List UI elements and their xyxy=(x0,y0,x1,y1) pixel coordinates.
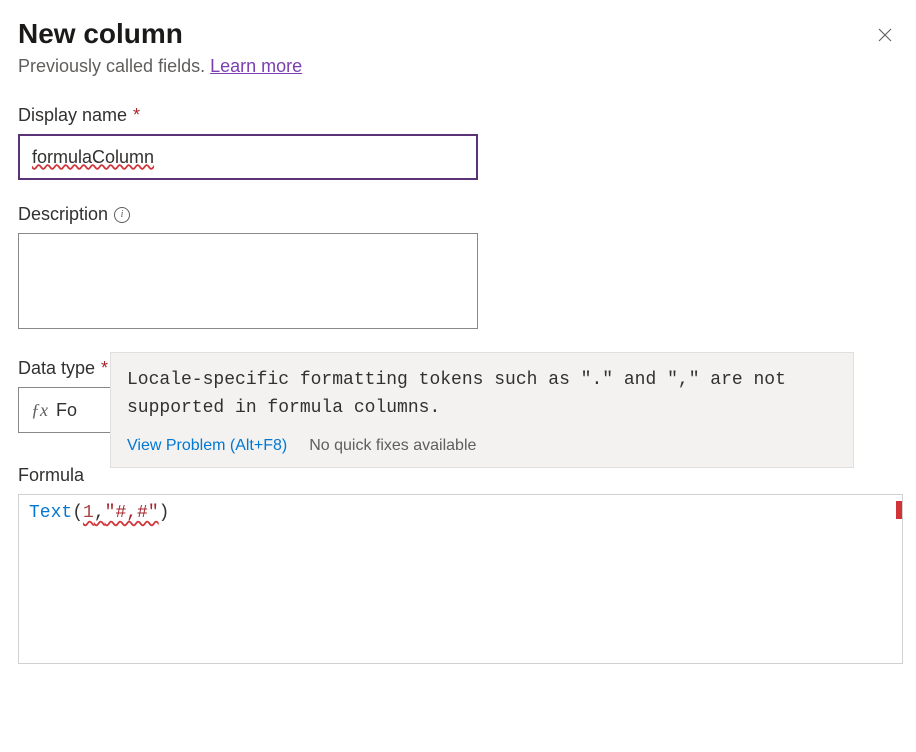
formula-token-comma: , xyxy=(94,503,105,523)
panel-title: New column xyxy=(18,18,302,50)
data-type-label-text: Data type xyxy=(18,358,95,379)
view-problem-link[interactable]: View Problem (Alt+F8) xyxy=(127,437,287,455)
required-indicator: * xyxy=(101,358,108,379)
formula-code-line: Text(1,"#,#") xyxy=(29,503,892,523)
fx-icon: ƒx xyxy=(31,400,48,421)
error-tooltip: Locale-specific formatting tokens such a… xyxy=(110,352,854,468)
formula-editor[interactable]: Text(1,"#,#") xyxy=(18,494,903,664)
no-fixes-text: No quick fixes available xyxy=(309,437,476,455)
description-label: Description i xyxy=(18,204,898,225)
formula-token-func: Text xyxy=(29,503,72,523)
formula-token-paren: ( xyxy=(72,503,83,523)
close-icon xyxy=(876,26,894,44)
display-name-input[interactable]: formulaColumn xyxy=(18,134,478,180)
display-name-label-text: Display name xyxy=(18,105,127,126)
description-label-text: Description xyxy=(18,204,108,225)
data-type-value-partial: Fo xyxy=(56,400,77,421)
formula-label: Formula xyxy=(18,465,898,486)
display-name-label: Display name * xyxy=(18,105,898,126)
formula-label-text: Formula xyxy=(18,465,84,486)
formula-token-paren: ) xyxy=(159,503,170,523)
close-button[interactable] xyxy=(872,22,898,53)
panel-subtitle: Previously called fields. Learn more xyxy=(18,56,302,77)
tooltip-message: Locale-specific formatting tokens such a… xyxy=(127,367,837,423)
subtitle-text: Previously called fields. xyxy=(18,56,210,76)
formula-token-string: "#,#" xyxy=(105,503,159,523)
info-icon[interactable]: i xyxy=(114,207,130,223)
display-name-value: formulaColumn xyxy=(32,147,154,168)
required-indicator: * xyxy=(133,105,140,126)
learn-more-link[interactable]: Learn more xyxy=(210,56,302,76)
description-input[interactable] xyxy=(18,233,478,329)
error-marker[interactable] xyxy=(896,501,902,519)
formula-token-number: 1 xyxy=(83,503,94,523)
